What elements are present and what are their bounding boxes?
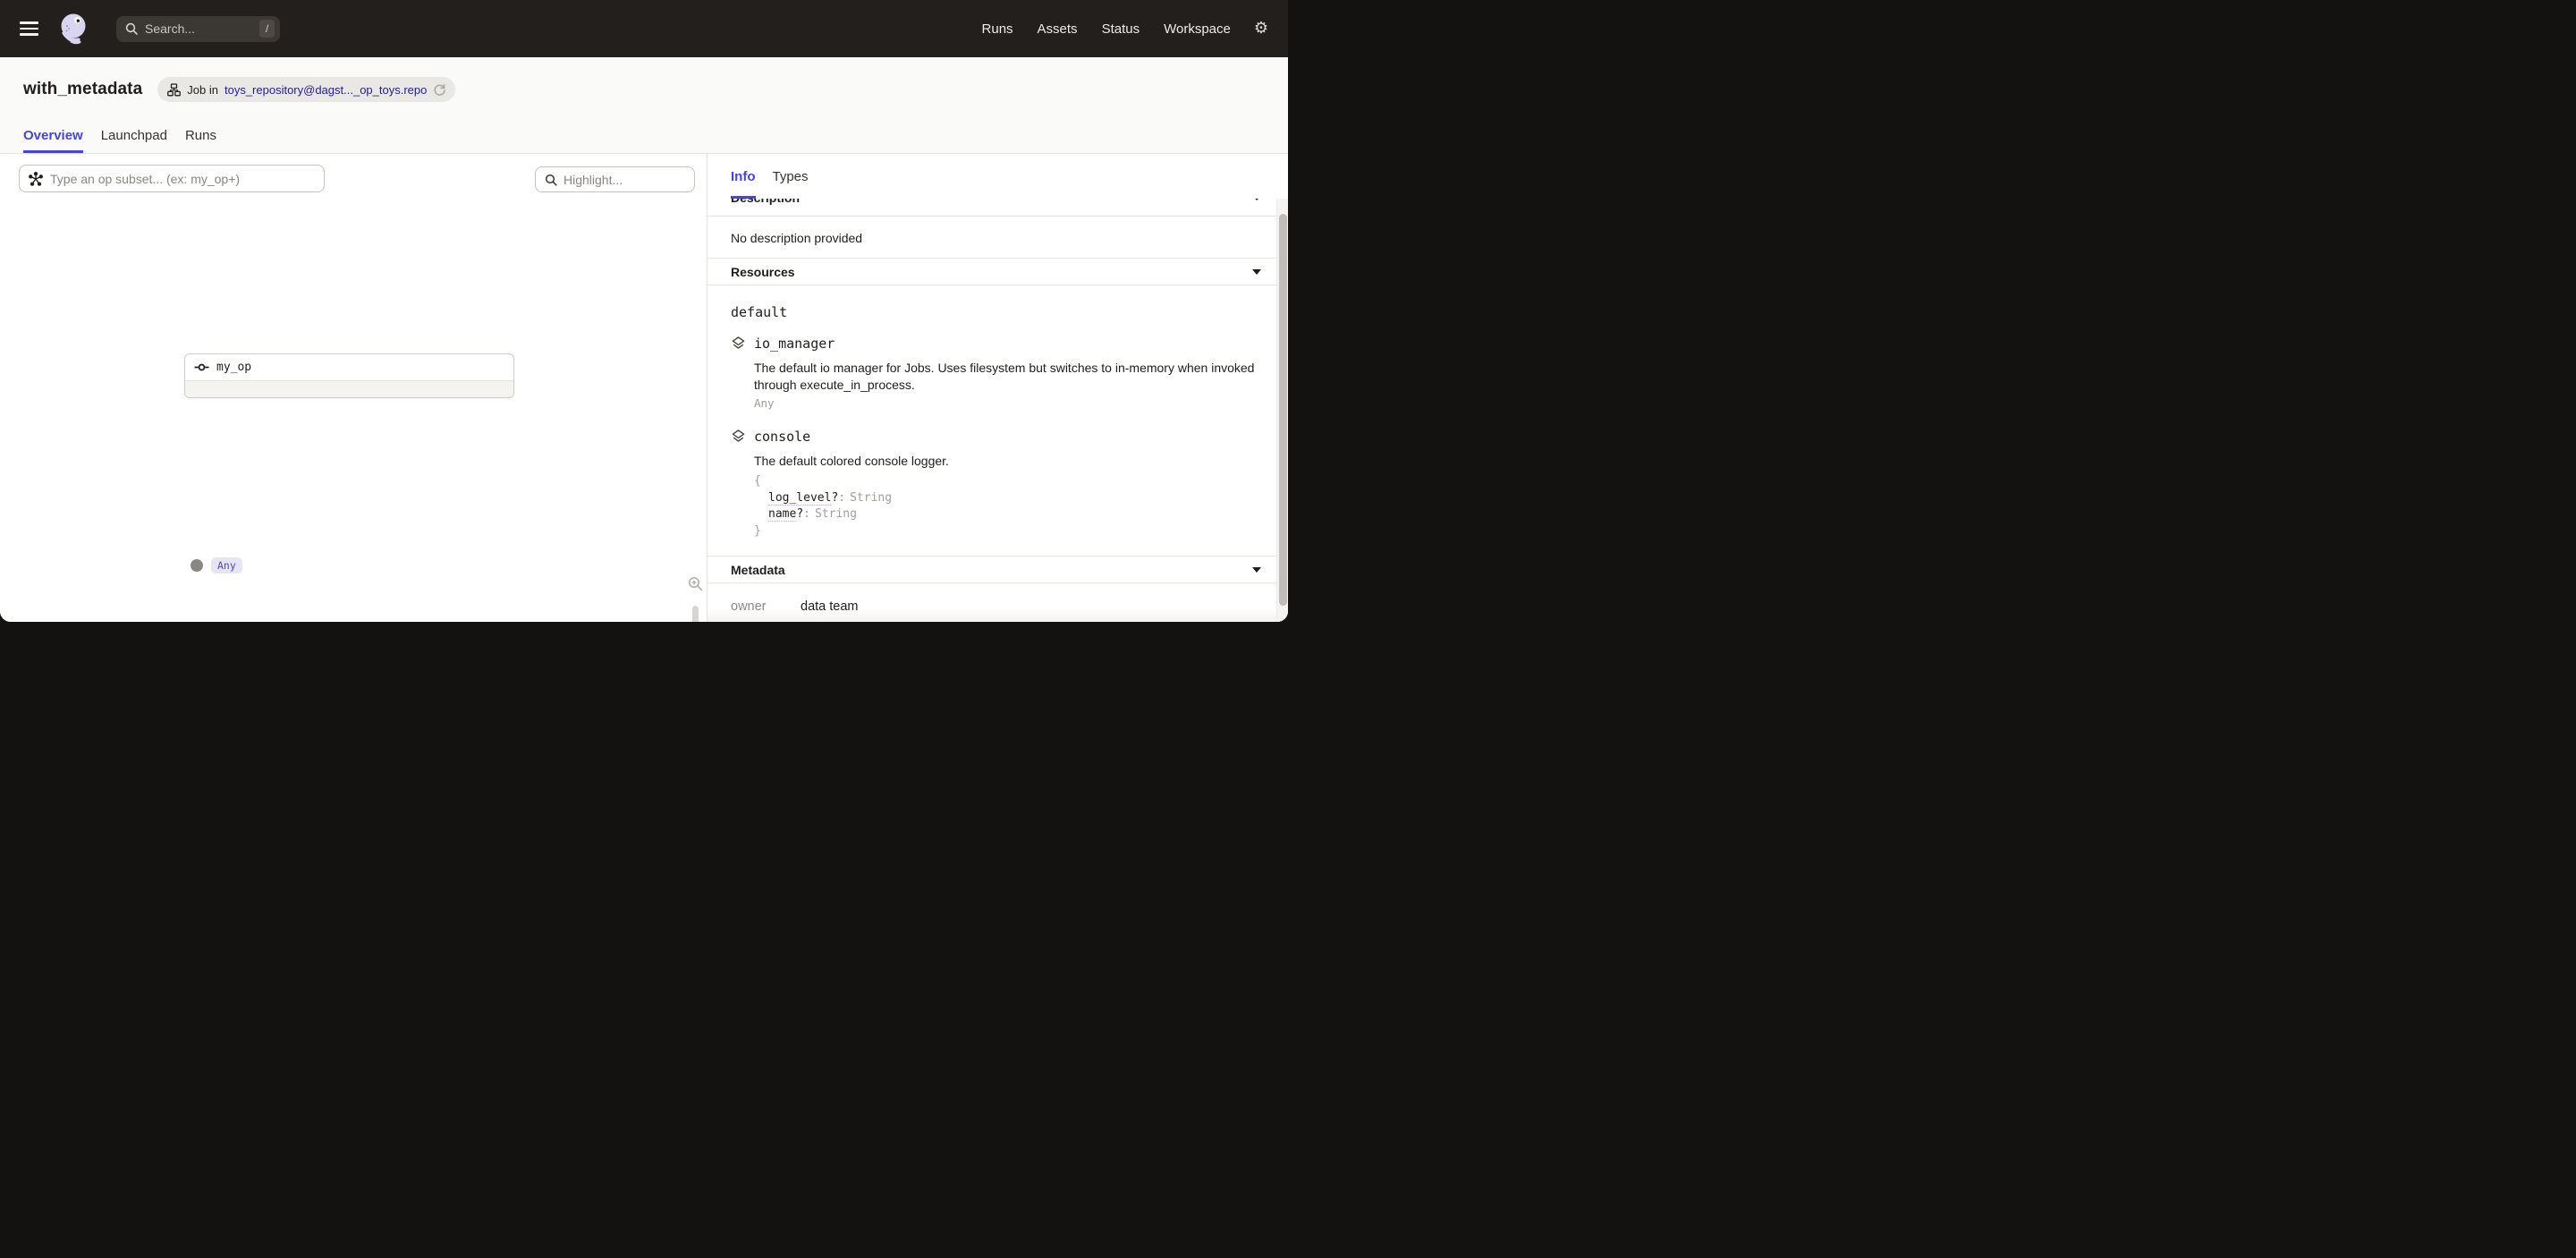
graph-zoom-control [687, 576, 703, 622]
tab-runs[interactable]: Runs [185, 128, 216, 153]
job-icon [167, 83, 181, 97]
sidebar-scroll-area: Description No description provided Reso… [708, 199, 1288, 622]
graph-filter-icon [29, 172, 43, 186]
nav-link-assets[interactable]: Assets [1038, 21, 1078, 37]
gear-icon[interactable]: ⚙ [1254, 21, 1268, 37]
metadata-value: data team [801, 599, 859, 614]
nav-link-status[interactable]: Status [1102, 21, 1140, 37]
metadata-key: owner [731, 599, 801, 614]
op-node-footer [185, 380, 513, 397]
highlight-filter [535, 166, 695, 192]
description-title: Description [731, 199, 800, 205]
description-body: No description provided [708, 217, 1288, 258]
zoom-slider-track[interactable] [692, 606, 699, 622]
resource-name[interactable]: io_manager [754, 336, 835, 352]
refresh-icon[interactable] [433, 83, 446, 97]
metadata-row-owner: owner data team [731, 599, 1265, 614]
zoom-in-icon[interactable] [688, 576, 703, 591]
resource-description: The default io manager for Jobs. Uses fi… [754, 360, 1257, 394]
collapse-caret-icon[interactable] [1252, 567, 1261, 573]
op-subset-input[interactable] [50, 172, 315, 186]
app-window: / Runs Assets Status Workspace ⚙ with_me… [0, 0, 1288, 622]
resources-body: default io_manager The default io manage… [708, 285, 1288, 556]
resource-description: The default colored console logger. [754, 453, 1257, 470]
op-output: Any [191, 557, 242, 574]
resource-name[interactable]: console [754, 429, 810, 445]
highlight-input[interactable] [564, 173, 685, 187]
config-schema-block: { log_level?:String name?:String } [754, 473, 1265, 540]
search-input[interactable] [145, 21, 252, 36]
section-header-description: Description [708, 199, 1288, 217]
collapse-caret-icon[interactable] [1252, 199, 1261, 200]
top-nav: / Runs Assets Status Workspace ⚙ [0, 0, 1288, 57]
resource-layers-icon [731, 336, 746, 351]
resource-type: Any [754, 396, 1265, 410]
resource-item-io-manager: io_manager The default io manager for Jo… [731, 336, 1265, 410]
page-tabs: Overview Launchpad Runs [23, 128, 216, 153]
resource-item-console: console The default colored console logg… [731, 429, 1265, 540]
breadcrumb-repo-link[interactable]: toys_repository@dagst..._op_toys.repo [225, 83, 427, 97]
op-graph-panel: my_op Any [0, 154, 707, 622]
resource-group-name: default [731, 304, 1265, 320]
tab-types[interactable]: Types [773, 154, 809, 199]
metadata-title: Metadata [731, 563, 785, 577]
sidebar-tabs: Info Types [708, 154, 1288, 199]
global-search: / [116, 16, 280, 42]
search-shortcut-badge: / [259, 20, 275, 38]
config-field-name: name?:String [768, 506, 1265, 523]
collapse-caret-icon[interactable] [1252, 269, 1261, 275]
search-icon [125, 22, 138, 35]
nav-link-runs[interactable]: Runs [982, 21, 1013, 37]
op-subset-filter [19, 165, 325, 192]
sidebar-info-panel: Info Types Description No description pr… [707, 154, 1288, 622]
hamburger-menu-icon[interactable] [20, 21, 38, 36]
tab-launchpad[interactable]: Launchpad [101, 128, 167, 153]
config-field-log-level: log_level?:String [768, 490, 1265, 507]
highlight-search-icon [545, 174, 557, 186]
breadcrumb: Job in toys_repository@dagst..._op_toys.… [157, 77, 455, 102]
nav-link-workspace[interactable]: Workspace [1164, 21, 1231, 37]
dagster-logo-icon [55, 11, 91, 47]
op-node-my-op[interactable]: my_op [184, 353, 514, 398]
output-handle[interactable] [191, 559, 203, 572]
op-icon [194, 362, 209, 372]
tab-info[interactable]: Info [731, 154, 756, 199]
nav-links: Runs Assets Status Workspace [982, 21, 1231, 37]
page-title: with_metadata [23, 80, 142, 99]
page-header: with_metadata Job in toys_repository@dag… [0, 57, 1288, 154]
metadata-body: owner data team link https://dagster.io [708, 583, 1288, 622]
section-header-metadata: Metadata [708, 556, 1288, 583]
resource-layers-icon [731, 429, 746, 444]
tab-overview[interactable]: Overview [23, 128, 83, 153]
op-node-label: my_op [216, 361, 251, 374]
scrollbar-thumb[interactable] [1279, 214, 1287, 606]
resources-title: Resources [731, 265, 795, 279]
sidebar-scrollbar[interactable] [1276, 199, 1288, 622]
breadcrumb-prefix: Job in [187, 83, 218, 97]
section-header-resources: Resources [708, 258, 1288, 285]
output-type-badge[interactable]: Any [211, 557, 242, 574]
